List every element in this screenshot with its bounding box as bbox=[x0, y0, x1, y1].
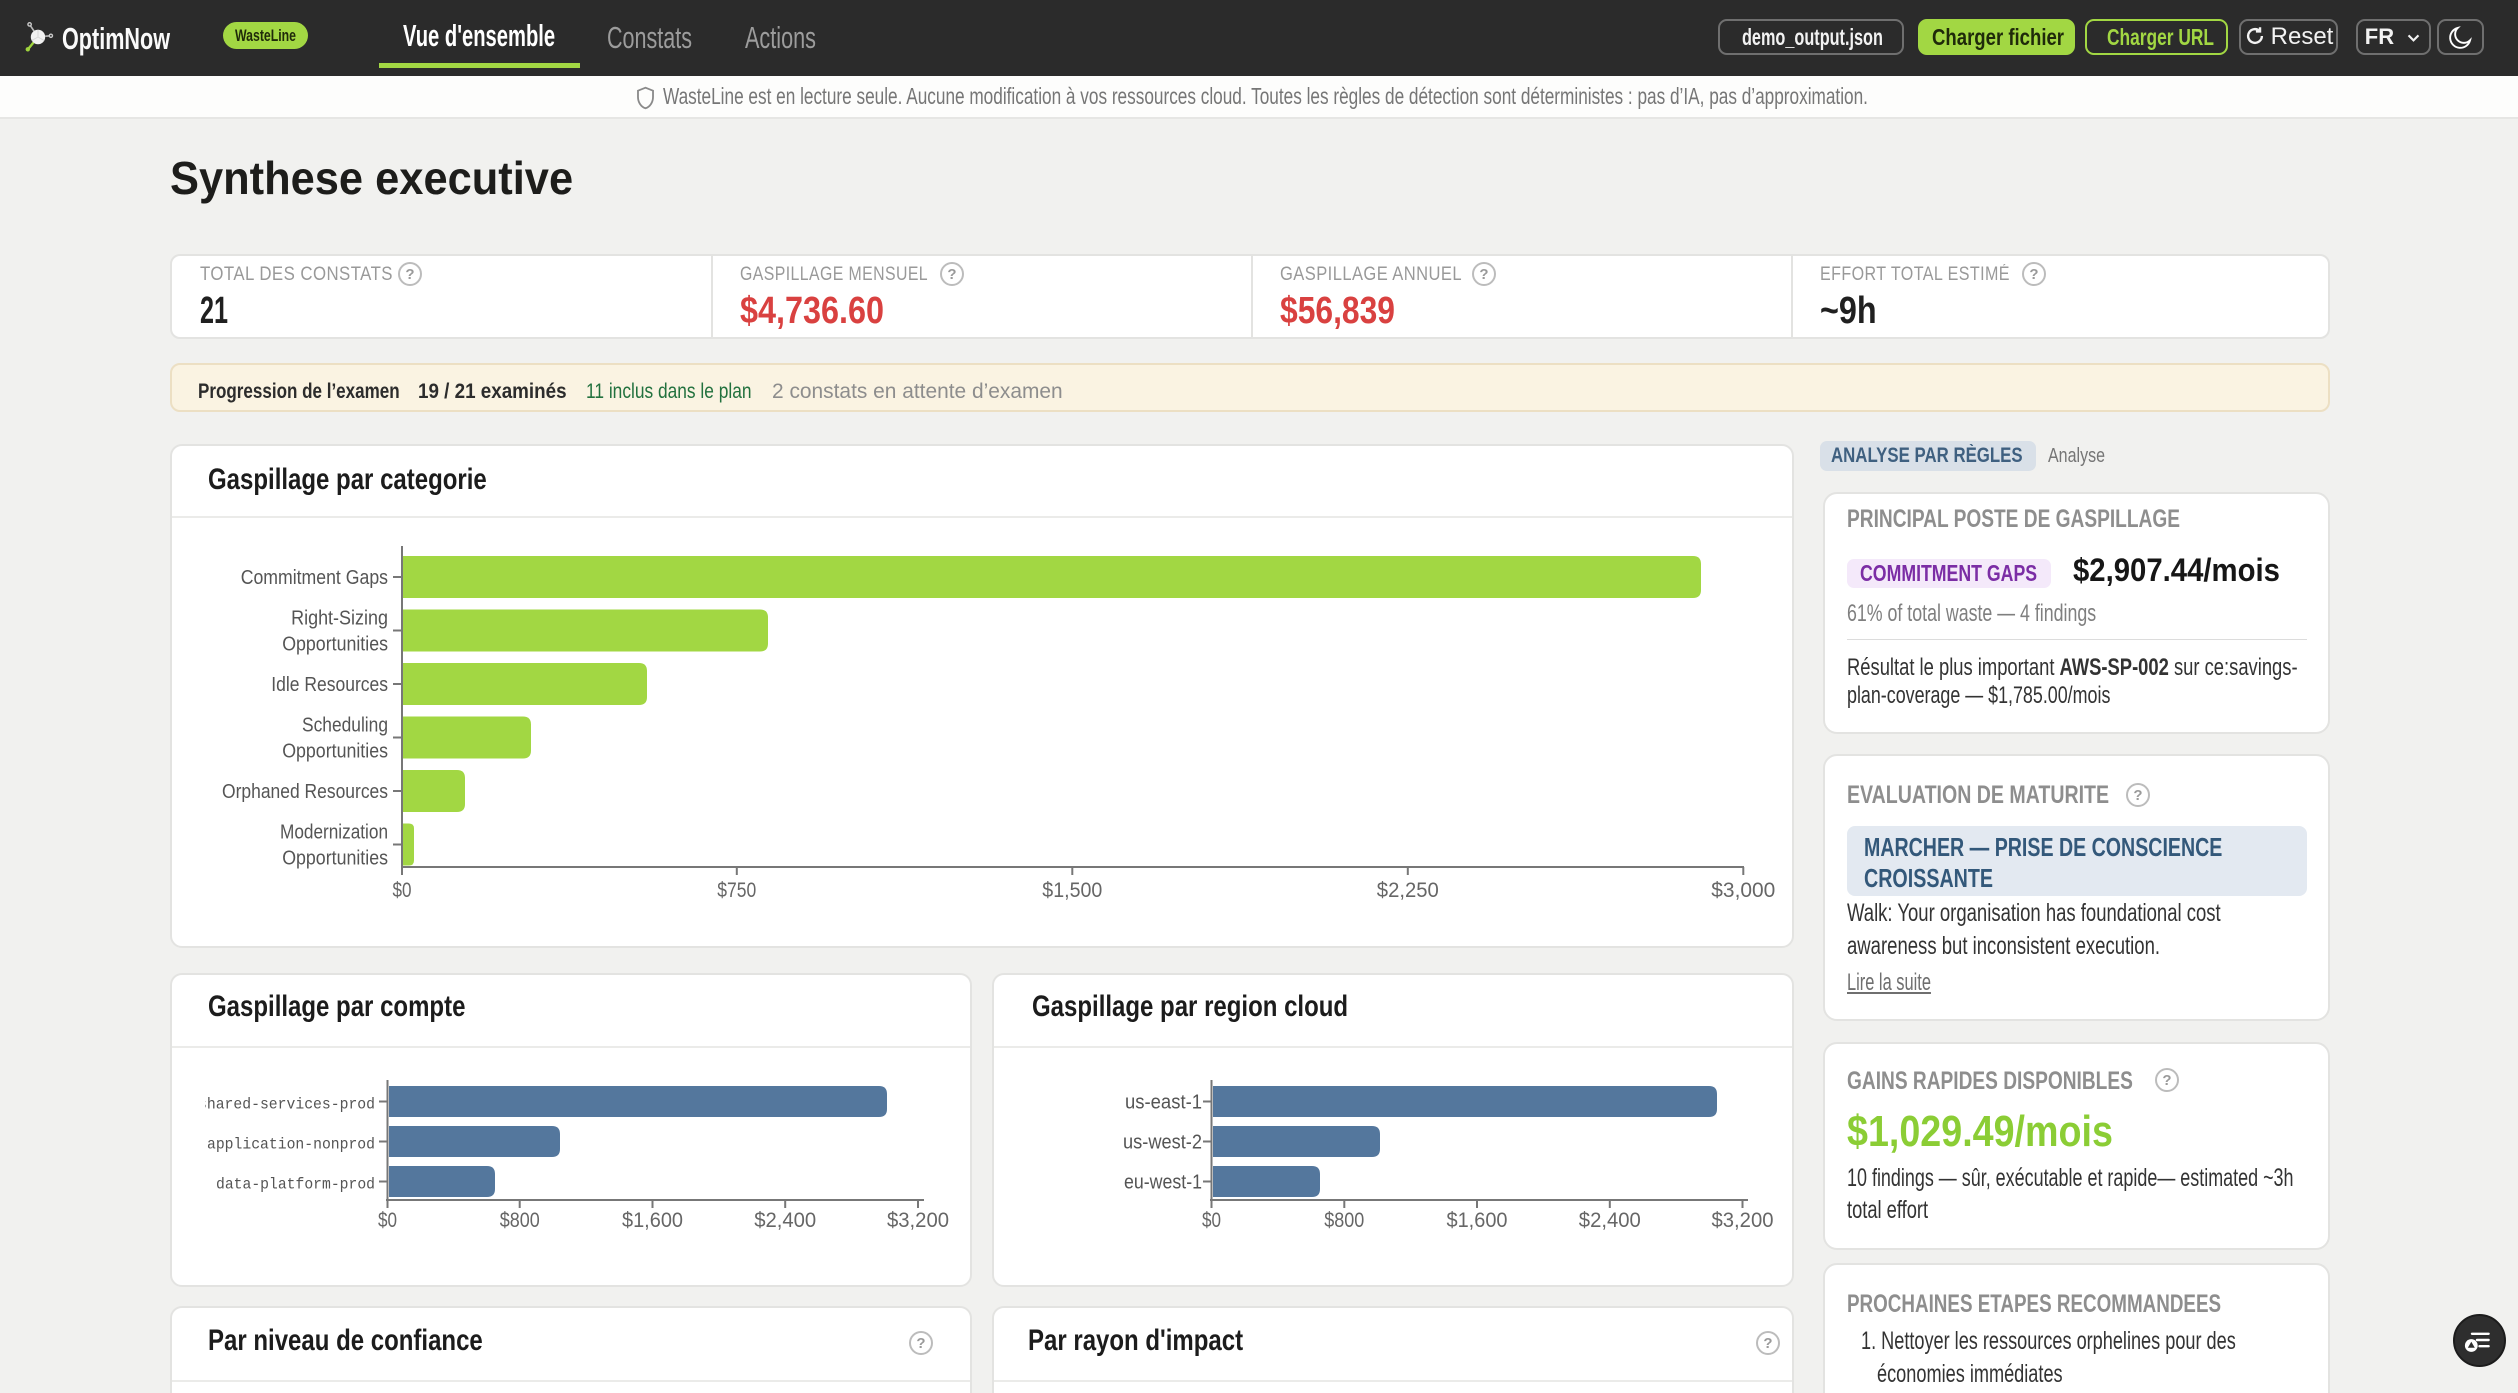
svg-text:us-west-2: us-west-2 bbox=[1123, 1132, 1202, 1154]
svg-text:$3,200: $3,200 bbox=[887, 1209, 949, 1232]
svg-text:$2,400: $2,400 bbox=[1579, 1209, 1641, 1232]
svg-text:Right-Sizing: Right-Sizing bbox=[291, 608, 388, 630]
svg-text:Commitment Gaps: Commitment Gaps bbox=[241, 567, 388, 589]
svg-text:$1,600: $1,600 bbox=[1447, 1209, 1508, 1232]
svg-text:Opportunities: Opportunities bbox=[282, 848, 388, 870]
svg-text:shared-services-prod: shared-services-prod bbox=[205, 1096, 375, 1114]
svg-text:$2,400: $2,400 bbox=[754, 1209, 816, 1232]
svg-text:$800: $800 bbox=[500, 1209, 540, 1232]
svg-text:$1,500: $1,500 bbox=[1042, 879, 1102, 902]
svg-text:$2,250: $2,250 bbox=[1377, 879, 1439, 902]
svg-text:eu-west-1: eu-west-1 bbox=[1124, 1172, 1202, 1194]
svg-text:$3,200: $3,200 bbox=[1712, 1209, 1774, 1232]
svg-text:$0: $0 bbox=[378, 1209, 397, 1232]
svg-text:$3,000: $3,000 bbox=[1711, 879, 1775, 902]
svg-text:$1,600: $1,600 bbox=[622, 1209, 683, 1232]
svg-text:Orphaned Resources: Orphaned Resources bbox=[222, 781, 388, 803]
svg-text:us-east-1: us-east-1 bbox=[1125, 1092, 1202, 1114]
svg-text:Opportunities: Opportunities bbox=[282, 634, 388, 656]
svg-text:application-nonprod: application-nonprod bbox=[207, 1136, 375, 1154]
svg-text:Opportunities: Opportunities bbox=[282, 741, 388, 763]
svg-text:$0: $0 bbox=[1202, 1209, 1221, 1232]
svg-text:Scheduling: Scheduling bbox=[302, 715, 388, 737]
svg-text:Idle Resources: Idle Resources bbox=[271, 674, 388, 696]
svg-text:$0: $0 bbox=[393, 879, 412, 902]
svg-text:$750: $750 bbox=[717, 879, 756, 902]
svg-text:data-platform-prod: data-platform-prod bbox=[216, 1176, 375, 1194]
svg-text:$800: $800 bbox=[1324, 1209, 1364, 1232]
svg-text:Modernization: Modernization bbox=[280, 822, 388, 844]
